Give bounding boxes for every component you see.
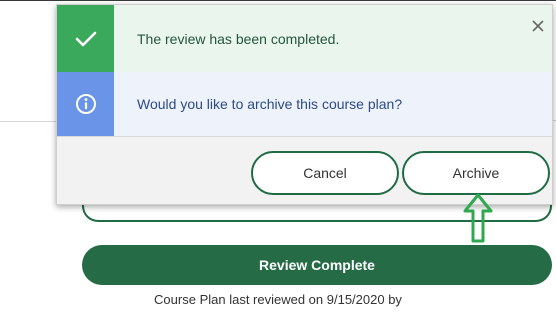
checkmark-icon: [75, 31, 96, 46]
close-icon[interactable]: [532, 20, 544, 32]
archive-button[interactable]: Archive: [402, 151, 550, 195]
archive-question: Would you like to archive this course pl…: [137, 96, 403, 112]
success-banner: The review has been completed.: [57, 5, 552, 72]
archive-label: Archive: [452, 165, 500, 181]
cancel-label: Cancel: [303, 165, 347, 181]
up-arrow-icon: [463, 193, 493, 243]
success-icon-box: [57, 5, 114, 72]
info-icon-box: [57, 72, 114, 136]
review-complete-button[interactable]: Review Complete: [82, 245, 552, 285]
info-circle-icon: [75, 94, 96, 114]
last-reviewed-text: Course Plan last reviewed on 9/15/2020 b…: [154, 292, 402, 307]
success-message: The review has been completed.: [137, 30, 340, 47]
cancel-button[interactable]: Cancel: [251, 151, 399, 195]
page-divider-left: [0, 121, 56, 122]
archive-dialog: The review has been completed. Would you…: [56, 4, 553, 205]
review-complete-label: Review Complete: [259, 257, 375, 273]
info-banner: Would you like to archive this course pl…: [57, 72, 552, 136]
